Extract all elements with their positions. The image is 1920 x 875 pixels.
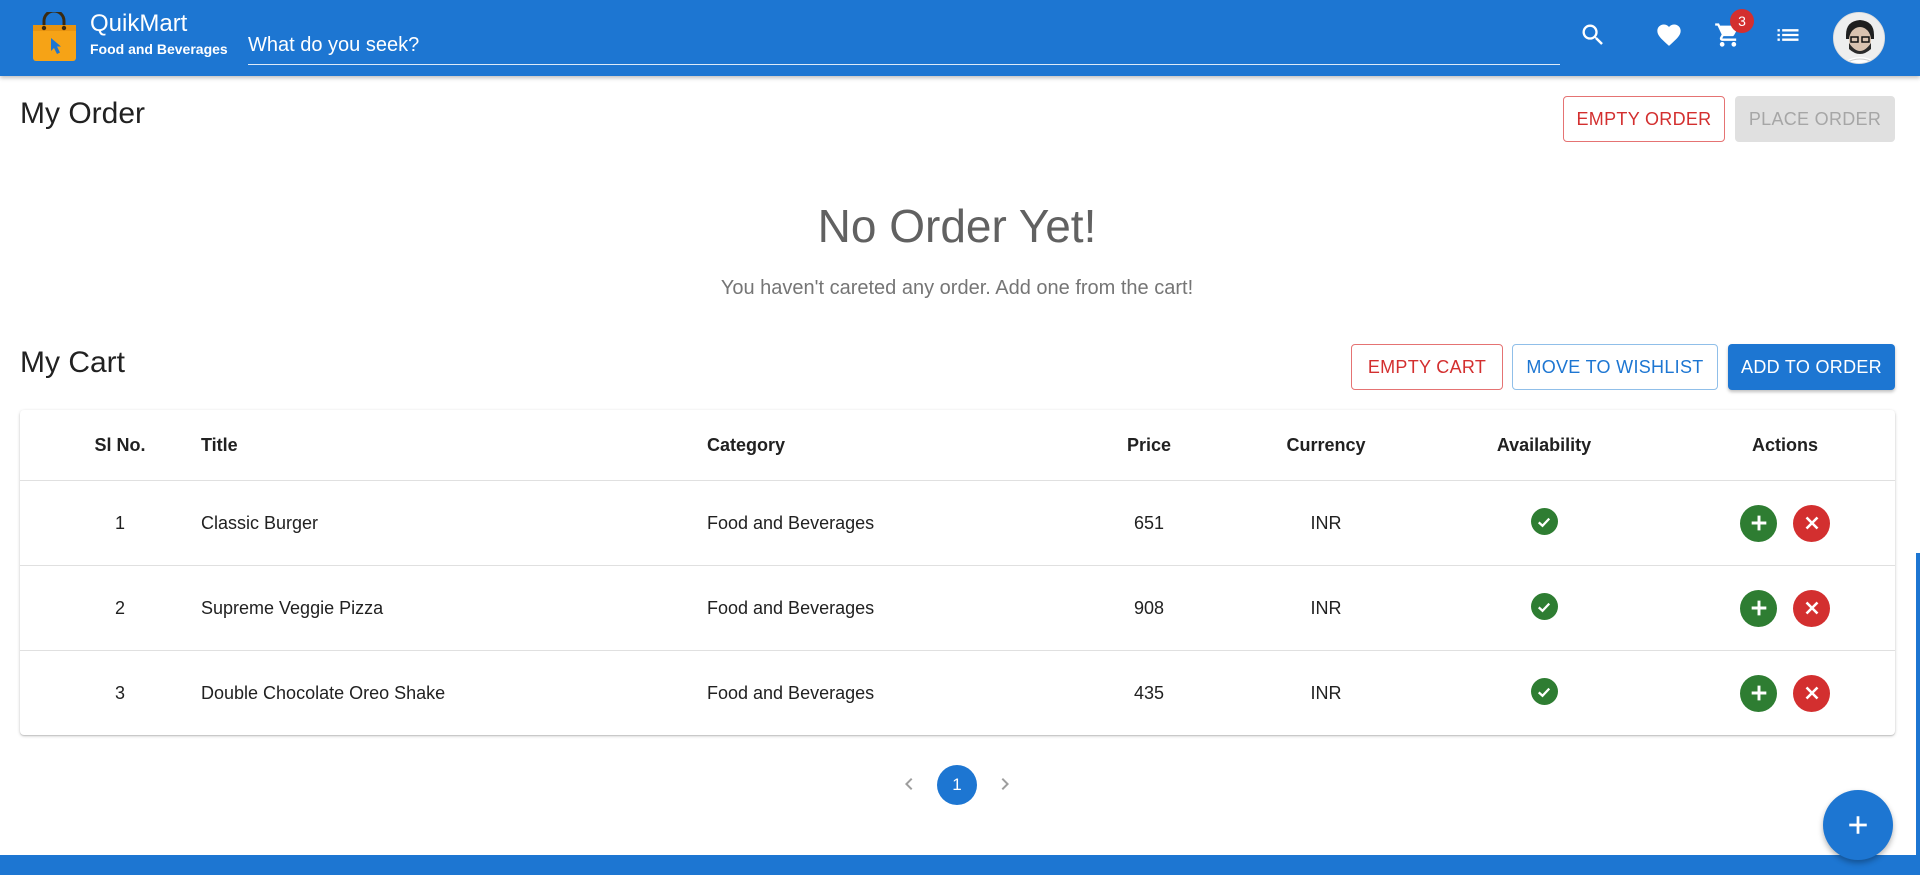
actions-cell bbox=[1670, 651, 1900, 735]
page-button-current[interactable]: 1 bbox=[937, 765, 977, 805]
footer-bar bbox=[0, 855, 1920, 875]
remove-item-button[interactable] bbox=[1793, 504, 1830, 542]
actions-cell bbox=[1670, 566, 1900, 650]
title-cell: Classic Burger bbox=[201, 512, 319, 533]
actions-cell bbox=[1670, 481, 1900, 565]
next-page-chevron-right-icon[interactable] bbox=[991, 770, 1019, 798]
cart-table: Sl No. Title Category Price Currency Ava… bbox=[20, 410, 1895, 735]
category-cell: Food and Beverages bbox=[707, 597, 875, 618]
empty-cart-button[interactable]: EMPTY CART bbox=[1351, 344, 1503, 390]
previous-page-chevron-left-icon[interactable] bbox=[895, 770, 923, 798]
column-header-availability[interactable]: Availability bbox=[1424, 410, 1664, 480]
search-bar bbox=[248, 26, 1560, 65]
price-cell: 435 bbox=[1133, 682, 1165, 703]
brand-subtitle: Food and Beverages bbox=[90, 41, 228, 57]
column-header-category[interactable]: Category bbox=[707, 410, 1057, 480]
brand-name: QuikMart bbox=[90, 10, 188, 37]
no-order-message: You haven't careted any order. Add one f… bbox=[720, 277, 1194, 299]
add-to-order-button[interactable]: ADD TO ORDER bbox=[1728, 344, 1895, 390]
search-icon[interactable] bbox=[1578, 20, 1608, 50]
price-cell: 651 bbox=[1133, 512, 1165, 533]
table-row[interactable]: 3 Double Chocolate Oreo Shake Food and B… bbox=[20, 651, 1895, 735]
plus-icon bbox=[1849, 816, 1867, 834]
my-order-title: My Order bbox=[20, 97, 146, 130]
column-header-currency[interactable]: Currency bbox=[1256, 410, 1396, 480]
check-circle-icon bbox=[1530, 678, 1558, 705]
brand[interactable]: QuikMart Food and Beverages bbox=[90, 10, 228, 58]
table-row[interactable]: 2 Supreme Veggie Pizza Food and Beverage… bbox=[20, 566, 1895, 651]
remove-item-button[interactable] bbox=[1793, 589, 1830, 627]
currency-cell: INR bbox=[1310, 512, 1342, 533]
add-item-button[interactable] bbox=[1740, 504, 1777, 542]
heart-icon[interactable] bbox=[1654, 20, 1684, 50]
check-circle-icon bbox=[1530, 593, 1558, 620]
place-order-button[interactable]: PLACE ORDER bbox=[1735, 96, 1895, 142]
column-header-title[interactable]: Title bbox=[201, 410, 651, 480]
title-cell: Double Chocolate Oreo Shake bbox=[201, 682, 446, 703]
availability-cell bbox=[1424, 481, 1664, 565]
search-input[interactable] bbox=[248, 26, 1560, 64]
scrollbar[interactable] bbox=[1916, 553, 1920, 855]
price-cell: 908 bbox=[1133, 597, 1165, 618]
currency-cell: INR bbox=[1310, 597, 1342, 618]
add-fab-button[interactable] bbox=[1823, 790, 1893, 860]
column-header-sl-no[interactable]: Sl No. bbox=[70, 410, 170, 480]
availability-cell bbox=[1424, 651, 1664, 735]
category-cell: Food and Beverages bbox=[707, 682, 875, 703]
cart-count-badge: 3 bbox=[1730, 9, 1754, 33]
currency-cell: INR bbox=[1310, 682, 1342, 703]
table-row[interactable]: 1 Classic Burger Food and Beverages 651 … bbox=[20, 481, 1895, 566]
availability-cell bbox=[1424, 566, 1664, 650]
sl-no-cell: 2 bbox=[114, 597, 125, 618]
check-circle-icon bbox=[1530, 508, 1558, 535]
avatar[interactable] bbox=[1833, 12, 1885, 64]
add-item-button[interactable] bbox=[1740, 674, 1777, 712]
column-header-actions: Actions bbox=[1751, 434, 1818, 455]
sl-no-cell: 1 bbox=[114, 512, 125, 533]
table-header-row: Sl No. Title Category Price Currency Ava… bbox=[20, 410, 1895, 481]
remove-item-button[interactable] bbox=[1793, 674, 1830, 712]
empty-order-button[interactable]: EMPTY ORDER bbox=[1563, 96, 1725, 142]
move-to-wishlist-button[interactable]: MOVE TO WISHLIST bbox=[1512, 344, 1718, 390]
shopping-bag-logo-icon[interactable] bbox=[31, 9, 78, 62]
category-cell: Food and Beverages bbox=[707, 512, 875, 533]
list-icon[interactable] bbox=[1773, 20, 1803, 50]
sl-no-cell: 3 bbox=[114, 682, 125, 703]
no-order-heading: No Order Yet! bbox=[817, 200, 1097, 252]
app-bar: QuikMart Food and Beverages 3 bbox=[0, 0, 1920, 76]
title-cell: Supreme Veggie Pizza bbox=[201, 597, 384, 618]
column-header-price[interactable]: Price bbox=[1079, 410, 1219, 480]
add-item-button[interactable] bbox=[1740, 589, 1777, 627]
my-cart-title: My Cart bbox=[20, 346, 125, 379]
